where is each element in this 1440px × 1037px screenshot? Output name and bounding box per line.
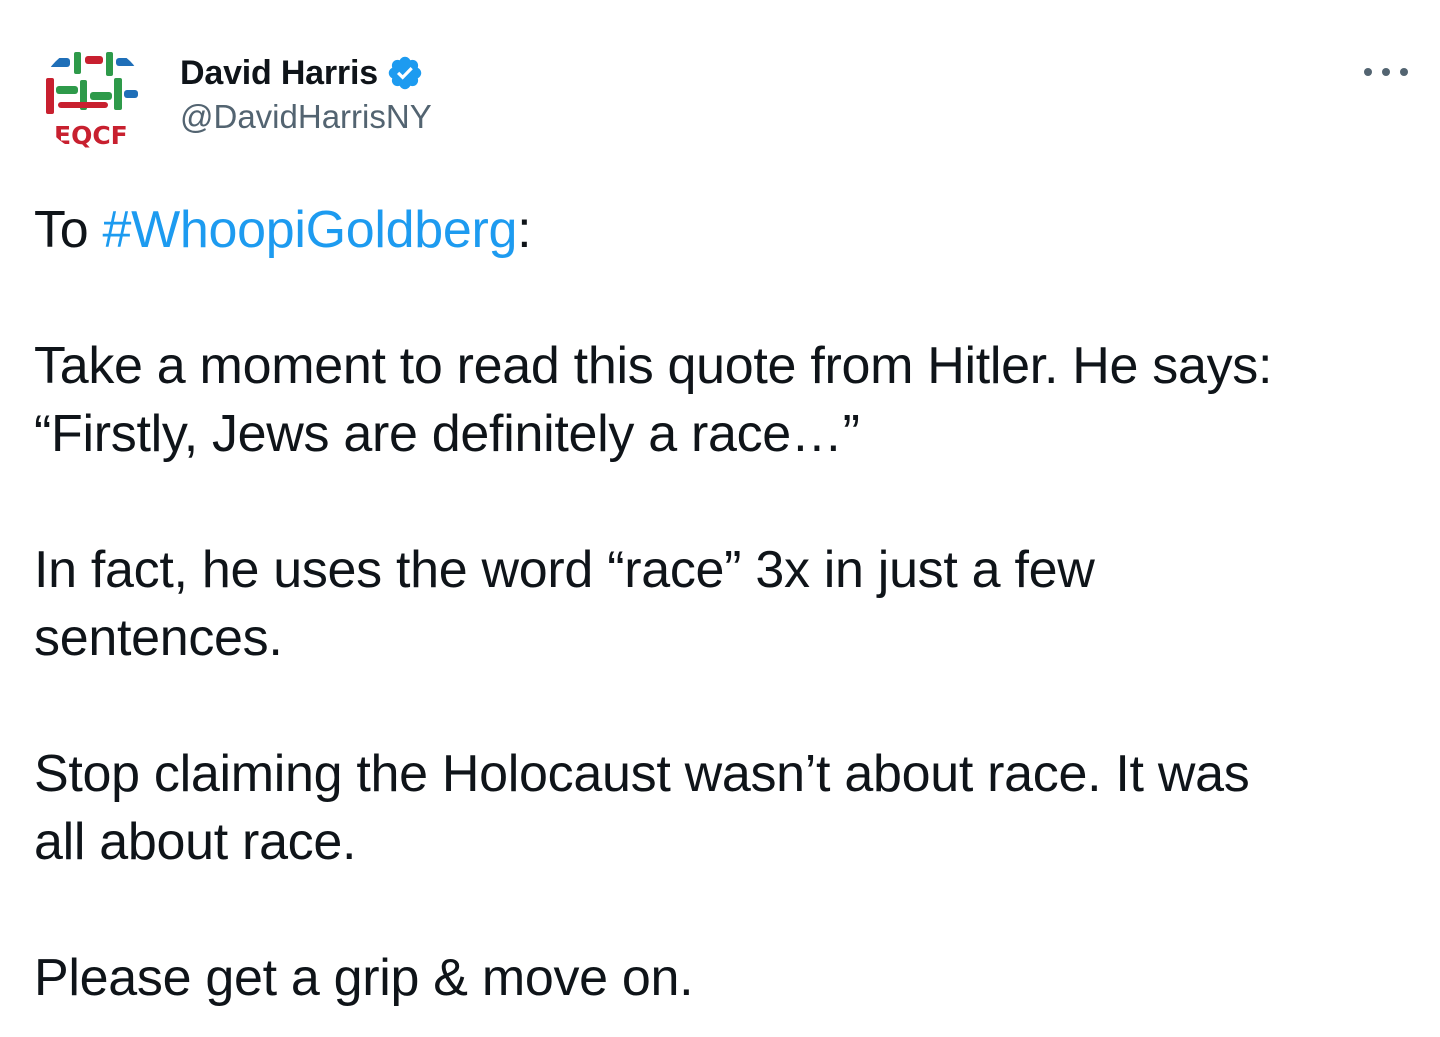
author-handle[interactable]: @DavidHarrisNY [180, 98, 432, 136]
tweet-text-prefix: To [34, 201, 103, 259]
tweet-line: In fact, he uses the word “race” 3x in j… [34, 541, 1095, 599]
more-dot [1382, 68, 1390, 76]
author-block: David Harris @DavidHarrisNY [180, 50, 432, 136]
tweet-card: EQCF David Harris @DavidHarrisNY To #Who… [0, 0, 1440, 1037]
tweet-paragraph-5: Please get a grip & move on. [34, 944, 1414, 1012]
tweet-line: “Firstly, Jews are definitely a race…” [34, 405, 860, 463]
tweet-text: To #WhoopiGoldberg: Take a moment to rea… [34, 196, 1414, 1012]
more-dot [1364, 68, 1372, 76]
organization-logo-icon: EQCF [46, 52, 138, 150]
name-row: David Harris [180, 50, 432, 96]
author-display-name[interactable]: David Harris [180, 54, 378, 93]
tweet-paragraph-4: Stop claiming the Holocaust wasn’t about… [34, 740, 1414, 876]
tweet-line: all about race. [34, 813, 357, 871]
avatar-logo-text: EQCF [54, 121, 128, 150]
more-options-icon[interactable] [1364, 58, 1408, 86]
tweet-line: Please get a grip & move on. [34, 949, 694, 1007]
tweet-paragraph-1: To #WhoopiGoldberg: [34, 196, 1414, 264]
tweet-line: sentences. [34, 609, 283, 667]
hashtag-link[interactable]: #WhoopiGoldberg [102, 201, 517, 259]
verified-badge-icon [386, 54, 424, 92]
tweet-line: Take a moment to read this quote from Hi… [34, 337, 1273, 395]
more-dot [1400, 68, 1408, 76]
tweet-text-suffix: : [517, 201, 532, 259]
tweet-paragraph-2: Take a moment to read this quote from Hi… [34, 332, 1414, 468]
tweet-line: Stop claiming the Holocaust wasn’t about… [34, 745, 1250, 803]
tweet-paragraph-3: In fact, he uses the word “race” 3x in j… [34, 536, 1414, 672]
avatar[interactable]: EQCF [40, 46, 146, 152]
